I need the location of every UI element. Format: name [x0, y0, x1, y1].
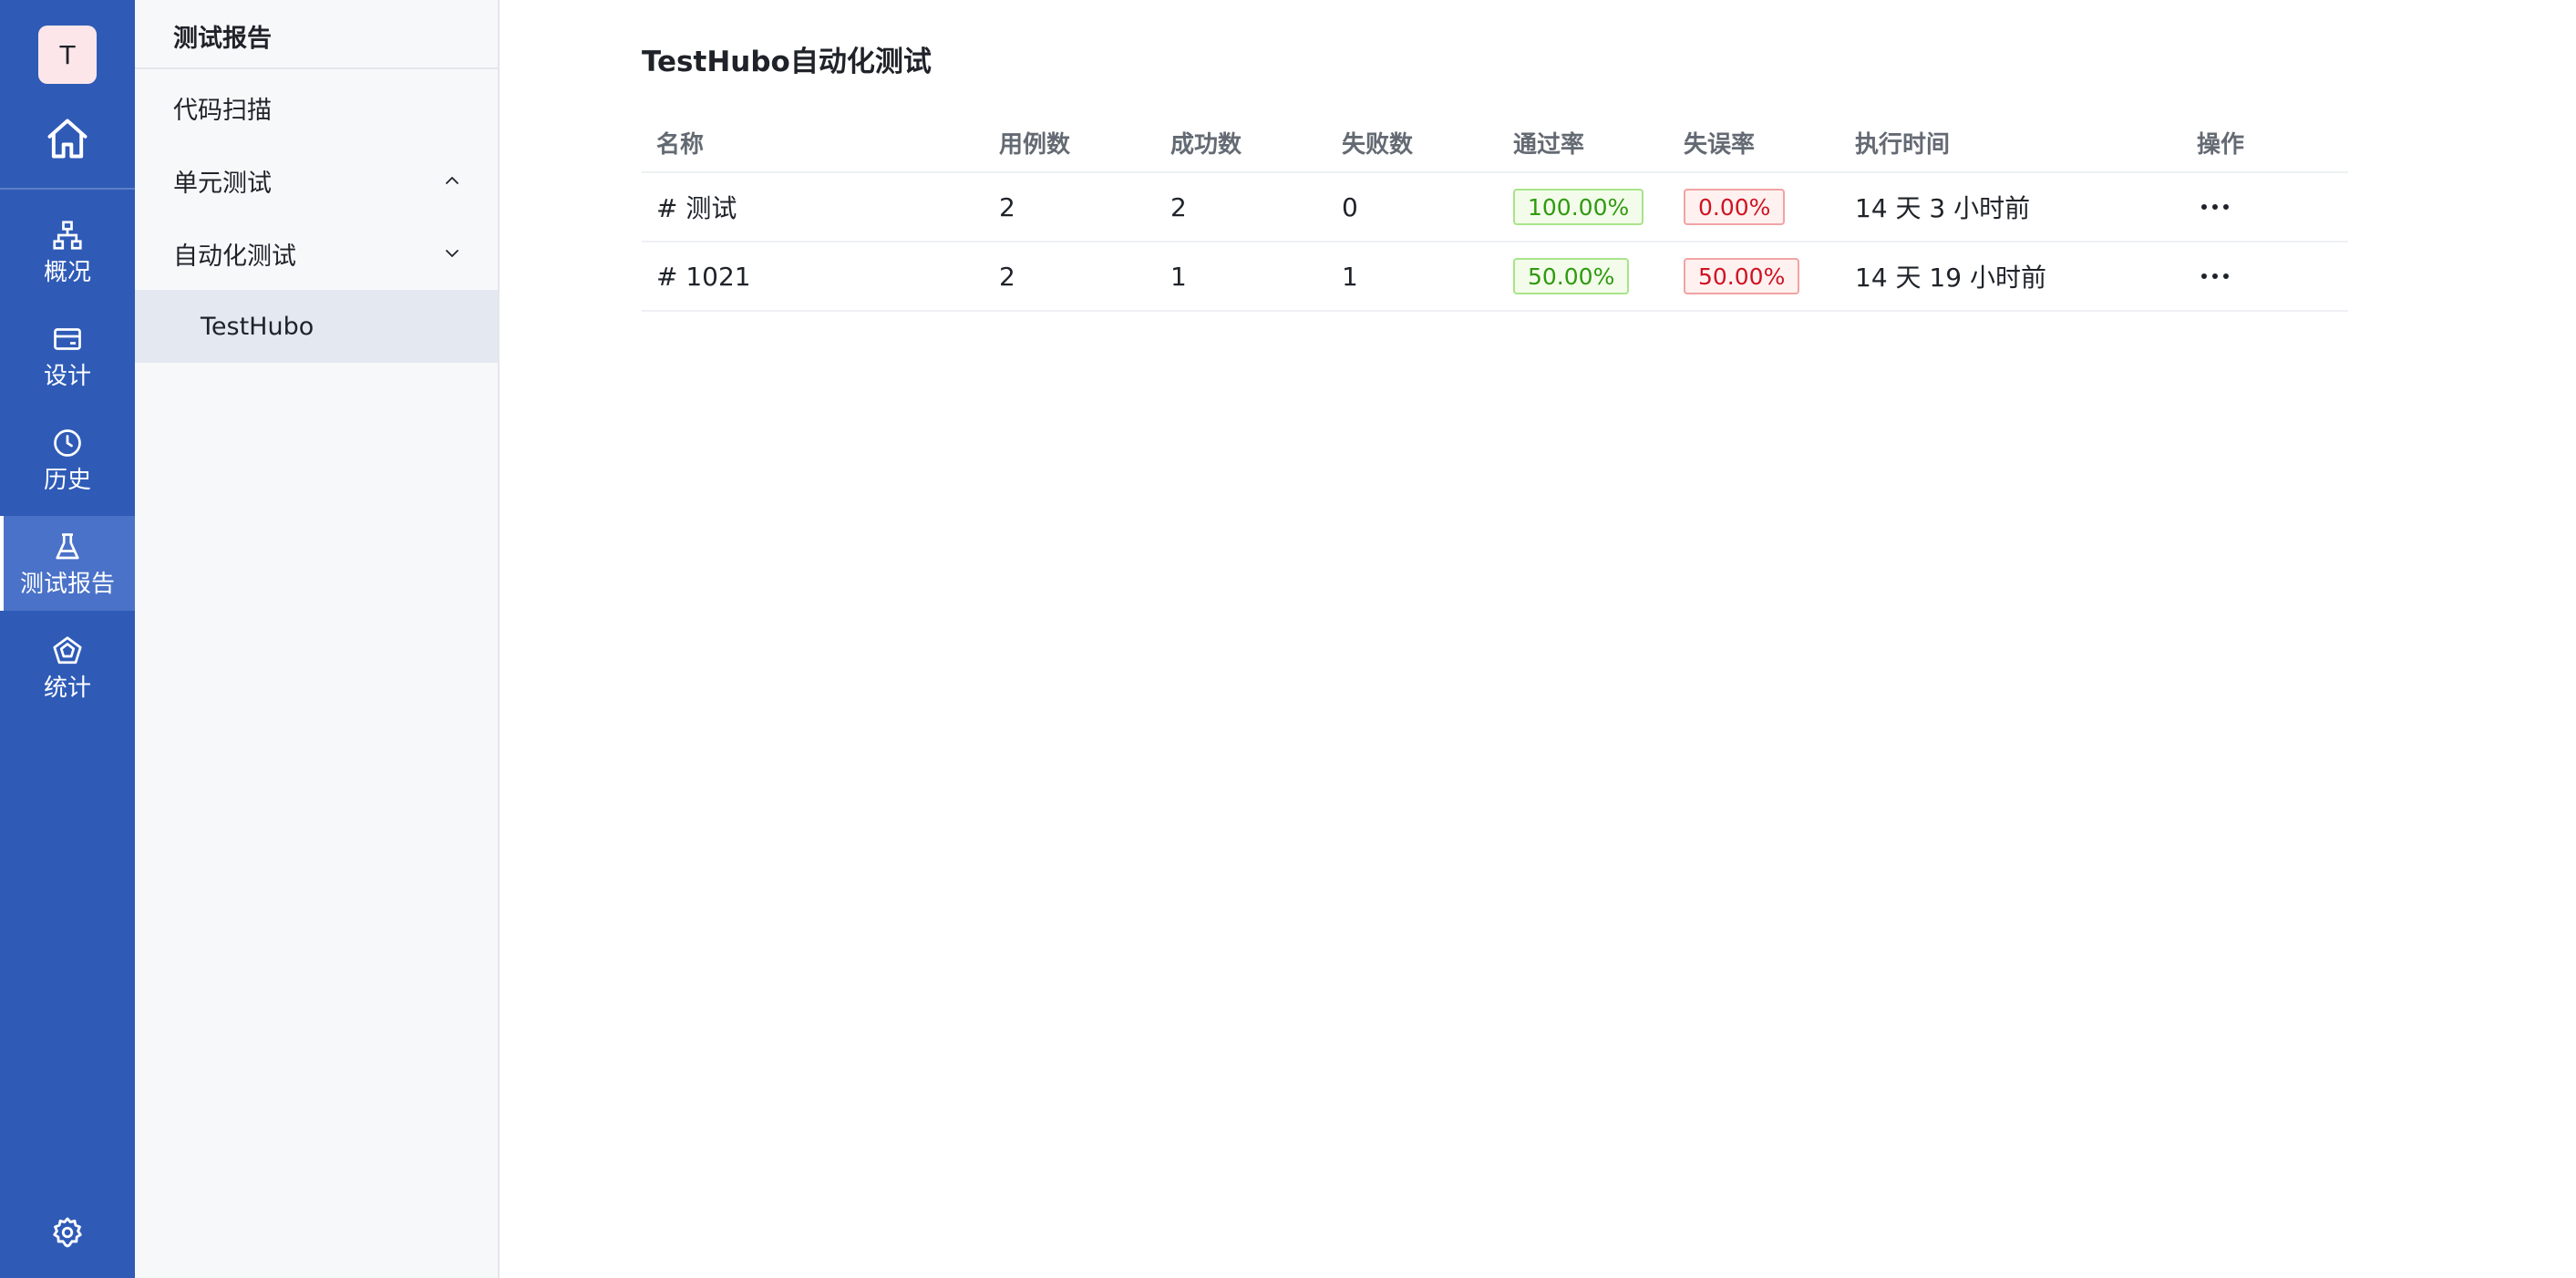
column-header-cases: 用例数	[999, 130, 1071, 159]
error-rate-badge: 0.00%	[1684, 189, 1786, 225]
rail-item-label: 历史	[43, 467, 91, 494]
cell-fail: 0	[1342, 191, 1358, 222]
rail-item-label: 统计	[43, 675, 91, 702]
cell-pass-rate: 100.00%	[1513, 173, 1644, 241]
page-title: TestHubo自动化测试	[642, 46, 932, 78]
table-row[interactable]: # 测试 2 2 0 100.00% 0.00% 14 天 3 小时前	[642, 173, 2348, 242]
cell-exec-time: 14 天 19 小时前	[1855, 263, 2046, 293]
sidebar-title: 测试报告	[173, 25, 272, 53]
sidebar-item-testhubo[interactable]: TestHubo	[135, 290, 498, 363]
column-header-fail: 失败数	[1342, 130, 1414, 159]
cell-ops	[2197, 242, 2233, 310]
secondary-sidebar: 测试报告 代码扫描 单元测试 自动化测试 TestHubo	[135, 0, 500, 1278]
cell-name[interactable]: # 测试	[656, 173, 737, 241]
home-button[interactable]	[0, 102, 135, 175]
clock-icon	[49, 425, 86, 461]
home-icon	[47, 119, 88, 159]
sidebar-item-label: 单元测试	[173, 169, 272, 198]
error-rate-badge: 50.00%	[1684, 258, 1800, 294]
column-header-name: 名称	[656, 130, 705, 159]
column-header-success: 成功数	[1170, 130, 1242, 159]
radar-icon	[49, 633, 86, 669]
sidebar-item-label: 自动化测试	[173, 242, 296, 271]
column-header-ops: 操作	[2197, 130, 2245, 159]
more-options-icon[interactable]	[2197, 189, 2233, 225]
column-header-pass-rate: 通过率	[1513, 130, 1585, 159]
rail-item-test-report[interactable]: 测试报告	[0, 516, 135, 611]
cell-success: 2	[1170, 191, 1187, 222]
column-header-exec-time: 执行时间	[1855, 130, 1951, 159]
flask-icon	[49, 529, 86, 565]
rail-item-history[interactable]: 历史	[0, 412, 135, 507]
rail-item-design[interactable]: 设计	[0, 308, 135, 403]
rail-item-statistics[interactable]: 统计	[0, 620, 135, 715]
rail-divider	[0, 188, 135, 190]
rail-item-label: 设计	[43, 363, 91, 390]
report-table: 名称 用例数 成功数 失败数 通过率 失误率 执行时间 操作 # 测试 2 2 …	[642, 113, 2348, 312]
app-root: T 概况 设计 历史 测试报告 统计 测试报告 代码扫描 单元测试 自动化测试 …	[0, 0, 2576, 1278]
pass-rate-badge: 100.00%	[1513, 189, 1644, 225]
rail-item-overview[interactable]: 概况	[0, 204, 135, 299]
sidebar-divider	[135, 67, 498, 69]
sidebar-item-code-scan[interactable]: 代码扫描	[135, 71, 498, 144]
cell-cases: 2	[999, 191, 1015, 222]
cell-cases: 2	[999, 261, 1015, 292]
sidebar-item-label: TestHubo	[201, 312, 314, 341]
cell-pass-rate: 50.00%	[1513, 242, 1630, 310]
main-content: TestHubo自动化测试 名称 用例数 成功数 失败数 通过率 失误率 执行时…	[500, 0, 2576, 1278]
left-rail: T 概况 设计 历史 测试报告 统计	[0, 0, 135, 1278]
chevron-down-icon[interactable]	[441, 242, 463, 264]
sidebar-item-automation-test[interactable]: 自动化测试	[135, 217, 498, 290]
settings-button[interactable]	[0, 1205, 135, 1260]
avatar[interactable]: T	[38, 26, 97, 84]
sitemap-icon	[49, 217, 86, 253]
cell-fail: 1	[1342, 261, 1358, 292]
column-header-error-rate: 失误率	[1684, 130, 1756, 159]
pass-rate-badge: 50.00%	[1513, 258, 1630, 294]
rail-item-label: 测试报告	[19, 571, 115, 598]
card-icon	[49, 321, 86, 357]
chevron-up-icon[interactable]	[441, 170, 463, 191]
rail-item-label: 概况	[43, 259, 91, 286]
table-row[interactable]: # 1021 2 1 1 50.00% 50.00% 14 天 19 小时前	[642, 242, 2348, 312]
table-header: 名称 用例数 成功数 失败数 通过率 失误率 执行时间 操作	[642, 113, 2348, 173]
cell-error-rate: 0.00%	[1684, 173, 1786, 241]
gear-icon	[53, 1217, 82, 1248]
cell-name[interactable]: # 1021	[656, 242, 751, 310]
cell-ops	[2197, 173, 2233, 241]
cell-exec-time: 14 天 3 小时前	[1855, 193, 2031, 223]
cell-error-rate: 50.00%	[1684, 242, 1800, 310]
cell-success: 1	[1170, 261, 1187, 292]
sidebar-item-label: 代码扫描	[173, 96, 272, 125]
sidebar-item-unit-test[interactable]: 单元测试	[135, 144, 498, 217]
more-options-icon[interactable]	[2197, 258, 2233, 294]
